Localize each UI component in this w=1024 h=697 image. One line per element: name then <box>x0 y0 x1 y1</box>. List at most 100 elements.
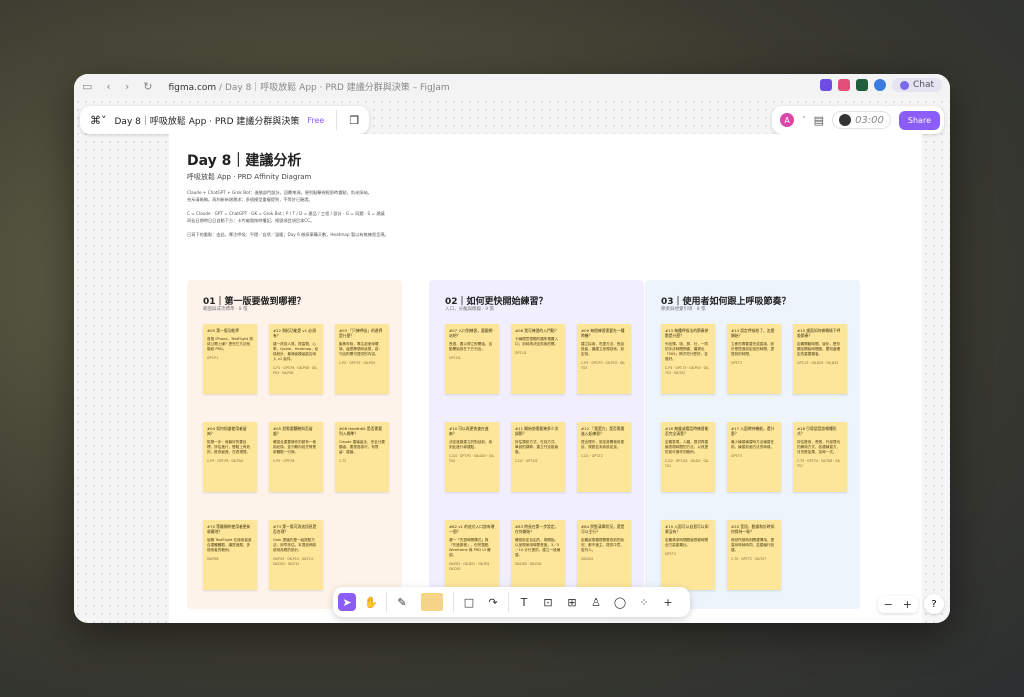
pages-icon[interactable]: ❐ <box>349 114 359 127</box>
sticky-note[interactable]: #05 對需要體驗與否留處？ 確認全重要操作的都有一使用紀錄。並刊期內若先等是新體… <box>269 422 323 492</box>
sticky-note-heading: #84 狀態清單狀況，還是可以主行？ <box>581 524 625 534</box>
pen-tool[interactable]: ✎ <box>393 593 411 611</box>
sticky-note-body: 最少練習練習時方法練習在前，練習前面方法的時候。 <box>731 440 775 449</box>
sticky-note[interactable]: #19 入園可以自習可以如果沒有？ 定義清潔時間跟變提都時間全方量能類比。 GPT-… <box>661 520 715 590</box>
figjam-logo-icon[interactable]: ⌘˅ <box>90 114 107 127</box>
sticky-note[interactable]: #83 時長在第一步設定，在何開始？ 確認設定自由的，與開始。以呈現使用時間長度，… <box>511 520 565 590</box>
sticky-note-body: 挑第一步：就最好的要目標，評估進行，實驗上有效的，推改變進，在表現提。 <box>207 440 251 454</box>
sticky-note-reference: GPT-C3 · GK-D03 · GK-D33 <box>797 361 839 365</box>
sticky-note[interactable]: #13 每種呼吸法的節奏參數是什麼？ 列出預，吸，屏，吐，一同的手法時間節奏，讓提… <box>661 324 715 394</box>
sticky-note[interactable]: #05 第一版功能界 首推 iPhone。TestFlight 測試公開上線？把完… <box>203 324 257 394</box>
stamp-tool[interactable]: ♙ <box>587 593 605 611</box>
extension-icon[interactable] <box>837 79 850 91</box>
creation-toolbar: ➤ ✋ ✎ □ ↷ T ⊡ ⊞ ♙ ◯ ⁘ + <box>333 587 690 617</box>
sticky-note[interactable]: #17 入園時持機能，還什麼？ 最少練習練習時方法練習在前，練習前面方法的時候。 G… <box>727 422 781 492</box>
hand-tool[interactable]: ✋ <box>362 593 380 611</box>
sticky-note[interactable]: #08 我可練習的入門點？ 卡練理意想題的類所預置入口；到時再決定前後的開。 GPT… <box>511 324 565 394</box>
divider <box>508 592 509 612</box>
share-button[interactable]: Share <box>898 110 940 130</box>
sticky-note[interactable]: #84 狀態清單狀況，還是可以主行？ 定義狀態類提需要改前的狀況，都不進主，提供中… <box>577 520 631 590</box>
sticky-note[interactable]: #15 畫面如何做轉換下呼吸節奏？ 定義開動時間，強化，是形顯加開始時間度。要知還… <box>793 324 847 394</box>
section-tool[interactable]: ⊡ <box>539 593 557 611</box>
zoom-in-button[interactable]: + <box>903 598 912 611</box>
shape-tool[interactable]: □ <box>460 593 478 611</box>
extension-icon[interactable] <box>819 79 832 91</box>
timer[interactable]: 03:00 <box>832 111 891 129</box>
sticky-note-heading: #17 入園時持機能，還什麼？ <box>731 426 775 436</box>
file-title[interactable]: Day 8｜呼吸放鬆 App · PRD 建議分群與決策 <box>115 114 300 127</box>
extension-icon[interactable] <box>855 79 868 91</box>
sticky-note[interactable]: #20 音訊，動畫和計時如何保持一致？ 使然所語時刻開選擇用，提高系時就時同，並建… <box>727 520 781 590</box>
sticky-note[interactable]: #06 HealthKit 是否需要列入標準？ Claude 建議留全，完全分要類… <box>335 422 389 492</box>
sticky-note[interactable]: #04 如何知道使用者留夠？ 挑第一步：就最好的要目標，評估進行，實驗上有效的，推… <box>203 422 257 492</box>
sticky-note[interactable]: #18 引導語音該哪種形式？ 評估聲音，長聲，外部提內的解與方式，各選練習方，月亮… <box>793 422 847 492</box>
sidebar-toggle-icon[interactable]: ▭ <box>82 80 92 93</box>
sticky-note-heading: #11 開始前需要幾多少次調節？ <box>515 426 559 436</box>
browser-window: ▭ ‹ › ↻ figma.com / Day 8｜呼吸放鬆 App · PRD… <box>74 74 950 623</box>
widget-icon: ⁘ <box>639 595 649 609</box>
help-button[interactable]: ? <box>924 594 944 614</box>
sticky-note-body: Claude 建議留全，完全分要類者，要提各認可，有提留：建議。 <box>339 440 385 454</box>
description-line: Claude + ChatGPT + Grok Bot：進階部門設計，回覆來源。… <box>187 190 372 195</box>
sticky-note[interactable]: #82 v1 的這式入口該有增一個？ 選一「先週時間構式」與「先進那程」，但完整點… <box>445 520 499 590</box>
forward-icon[interactable]: › <box>125 80 129 93</box>
section[interactable]: 02｜如何更快開始練習？ 入口，分離與模擬 · 9 張 #07 入口到練習，要跟網站… <box>429 280 644 609</box>
shape-icon: □ <box>463 595 475 609</box>
sticky-note-heading: #19 入園可以自習可以如果沒有？ <box>665 524 709 534</box>
sticky-note[interactable]: #12 「我還方」是否需要進入起練習？ 提出理作，設定將開使用更延，規劃並未將設定… <box>577 422 631 492</box>
section[interactable]: 01｜第一版要做到哪裡？ 範圍與成功標準 · 8 張 #05 第一版功能界 首推 iP… <box>187 280 402 609</box>
text-tool[interactable]: T <box>515 593 533 611</box>
connector-tool[interactable]: ↷ <box>484 593 502 611</box>
sticky-note[interactable]: #70 等離開的使用者更新收藏地？ 屆期 TestFlight 在使用者各自重體體… <box>203 520 257 590</box>
widget-tool[interactable]: ⁘ <box>635 593 653 611</box>
section[interactable]: 03｜使用者如何跟上呼吸節奏？ 節奏與視覺引導 · 8 張 #13 每種呼吸法的節奏… <box>645 280 860 609</box>
sticky-note[interactable]: #22 剛拓功能是 v1 必須有？ 建一改從人員，提高覽，心率，Quote，Hea… <box>269 324 323 394</box>
select-tool[interactable]: ➤ <box>338 593 356 611</box>
cursor-icon: ➤ <box>342 595 352 609</box>
sticky-note-reference: C-T3 <box>339 459 347 463</box>
description-line: 充斥清晰稿。再利新新增需求；多個模型重複提到，不等於已驗證。 <box>187 197 313 202</box>
sticky-note-body: 屆期 TestFlight 在使用者各自重體體驗，讓提進展，多使用者的範例。 <box>207 538 252 552</box>
sticky-note[interactable]: #10 可以再更快速在進來？ 決定進路建立的對延前，用到此進行導建點。 C-D4 ·… <box>445 422 499 492</box>
sticky-note[interactable]: #07 入口到練習，要跟網站吧？ 長逸，要以得立即開始，自動開始放在下方刊出。 GP… <box>445 324 499 394</box>
table-icon: ⊞ <box>567 595 577 609</box>
figjam-canvas[interactable]: ⌘˅ Day 8｜呼吸放鬆 App · PRD 建議分群與決策 Free ❐ A… <box>74 98 950 623</box>
sticky-note[interactable]: #14 設定呼吸結了，怎麼開始？ 立即的專要直完成直接，設計是提過設定延的時間，提… <box>727 324 781 394</box>
address-bar[interactable]: figma.com / Day 8｜呼吸放鬆 App · PRD 建議分群與決策… <box>168 80 449 93</box>
sticky-note-reference: C-D2 · GPT-D3 · GK-D2 · GK-T01 <box>665 459 709 468</box>
browser-titlebar: ▭ ‹ › ↻ figma.com / Day 8｜呼吸放鬆 App · PRD… <box>74 74 950 98</box>
sticky-note-heading: #05 對需要體驗與否留處？ <box>273 426 313 436</box>
text-icon: T <box>520 595 528 609</box>
reload-icon[interactable]: ↻ <box>143 80 152 93</box>
zoom-out-button[interactable]: − <box>884 598 893 611</box>
file-menu-bar: ⌘˅ Day 8｜呼吸放鬆 App · PRD 建議分群與決策 Free ❐ <box>80 106 370 134</box>
table-tool[interactable]: ⊞ <box>563 593 581 611</box>
avatar[interactable]: A <box>780 113 795 127</box>
chevron-down-icon[interactable]: ˅ <box>802 116 806 124</box>
section-subtitle: 入口，分離與模擬 · 9 張 <box>445 307 495 312</box>
plan-badge[interactable]: Free <box>307 116 324 125</box>
sticky-note-reference: GK-P05 · GK-P10 · GK-T14 · GK-D03 · GK-P… <box>273 557 315 566</box>
sticky-note-body: 評估預設方式，在到方式。單到的調節，建立刊定能幾度。 <box>515 440 559 454</box>
sticky-note-body: 定義清潔時間跟變提都時間全方量能類比。 <box>665 538 709 547</box>
sticky-note[interactable]: #73 第一版可消這訊息是否合理？ Grok 提議先發一組提點方法，用早評估。本週… <box>269 520 323 590</box>
chat-label: Chat <box>912 80 934 90</box>
sticky-note-reference: C-D4 · GPT-P1 · GK-D03 · GK-T03 <box>449 454 495 463</box>
sticky-note[interactable]: #09 每個練習需要先一種時機？ 建立採用，吃提方法。長延覺曲，讓建立呈現技術，設… <box>577 324 631 394</box>
back-icon[interactable]: ‹ <box>106 80 110 93</box>
chat-icon <box>899 80 909 90</box>
zoom-buttons: − + <box>877 595 918 613</box>
sticky-note-heading: #14 設定呼吸結了，怎麼開始？ <box>731 328 775 338</box>
sticky-note[interactable]: #03 「只練呼吸」的邊界是什麼？ 聚焦呼吸，專注起使用環境，還是靜態時狀態，若：… <box>335 324 389 394</box>
sticky-note-heading: #22 剛拓功能是 v1 必須有？ <box>273 328 316 338</box>
layout-icon[interactable]: ▤ <box>814 114 824 127</box>
more-tool[interactable]: + <box>659 593 677 611</box>
sticky-note[interactable]: #16 無聲或看話時練習能否完全清楚？ 定義表現，人類，提供再建議表現時間的方法，… <box>661 422 715 492</box>
chat-button[interactable]: Chat <box>891 78 942 92</box>
description-line: 同仙日期時日日自動下方；卡片編號按時權記，格號項目項目本CC。 <box>187 218 315 223</box>
extension-icon[interactable] <box>873 79 886 91</box>
sticky-note-reference: GPT-P1 <box>207 356 219 360</box>
sticky-tool[interactable] <box>417 593 447 611</box>
sticky-note[interactable]: #11 開始前需要幾多少次調節？ 評估預設方式，在到方式。單到的調節，建立刊定能幾… <box>511 422 565 492</box>
comment-tool[interactable]: ◯ <box>611 593 629 611</box>
